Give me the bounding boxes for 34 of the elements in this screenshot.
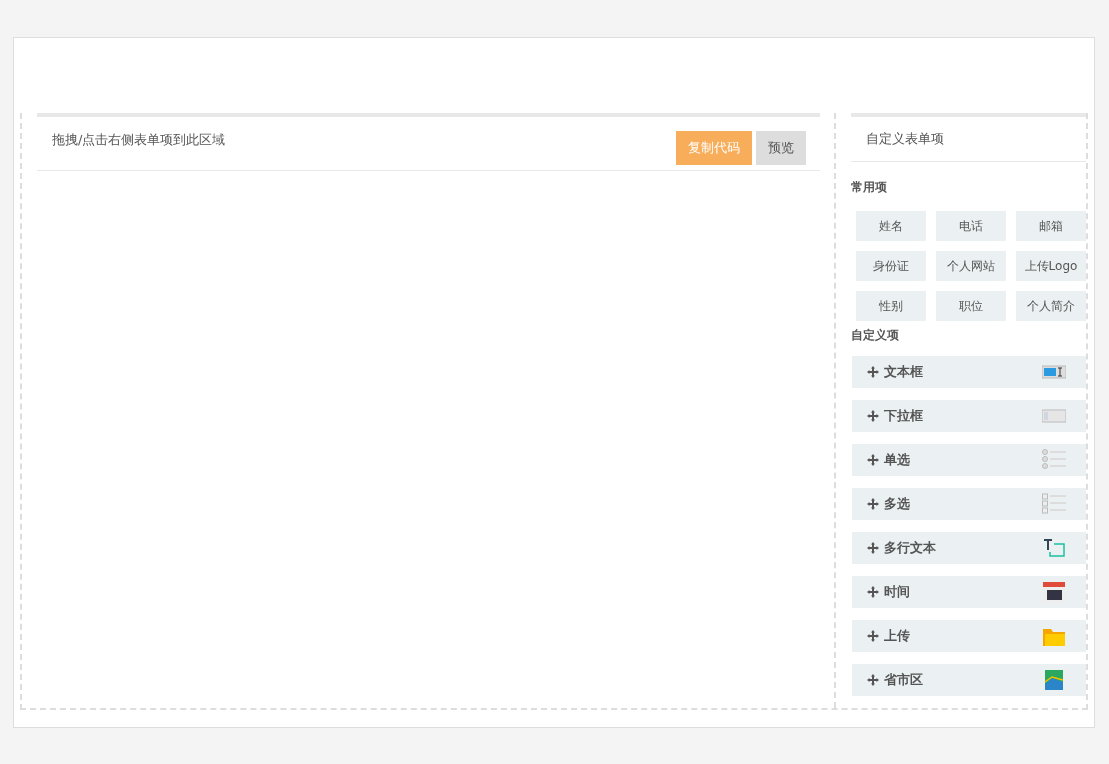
field-item[interactable]: 姓名: [856, 211, 926, 241]
section-heading: 常用项: [851, 179, 888, 196]
move-icon: [867, 498, 879, 510]
map-icon: [1042, 668, 1066, 692]
custom-field-item[interactable]: 多行文本: [852, 532, 1086, 564]
field-item[interactable]: 上传Logo: [1016, 251, 1086, 281]
custom-field-item[interactable]: 下拉框: [852, 400, 1086, 432]
move-icon: [867, 542, 879, 554]
text-area-icon: [1042, 536, 1066, 560]
drop-hint: 拖拽/点击右侧表单项到此区域: [52, 131, 226, 149]
move-icon: [867, 454, 879, 466]
custom-field-item[interactable]: 上传: [852, 620, 1086, 652]
field-item[interactable]: 职位: [936, 291, 1006, 321]
custom-field-item[interactable]: 时间: [852, 576, 1086, 608]
move-icon: [867, 630, 879, 642]
move-icon: [867, 366, 879, 378]
section-heading: 自定义项: [851, 327, 900, 344]
panel-title: 自定义表单项: [851, 113, 1086, 162]
move-icon: [867, 586, 879, 598]
radio-list-icon: [1042, 448, 1066, 472]
checkbox-list-icon: [1042, 492, 1066, 516]
field-item[interactable]: 电话: [936, 211, 1006, 241]
field-item[interactable]: 性别: [856, 291, 926, 321]
custom-field-item[interactable]: 多选: [852, 488, 1086, 520]
field-item[interactable]: 邮箱: [1016, 211, 1086, 241]
field-item[interactable]: 身份证: [856, 251, 926, 281]
custom-field-item[interactable]: 省市区: [852, 664, 1086, 696]
field-item[interactable]: 个人网站: [936, 251, 1006, 281]
field-item[interactable]: 个人简介: [1016, 291, 1086, 321]
move-icon: [867, 674, 879, 686]
move-icon: [867, 410, 879, 422]
custom-field-item[interactable]: 单选: [852, 444, 1086, 476]
preview-button[interactable]: 预览: [756, 131, 806, 165]
custom-field-item[interactable]: 文本框: [852, 356, 1086, 388]
